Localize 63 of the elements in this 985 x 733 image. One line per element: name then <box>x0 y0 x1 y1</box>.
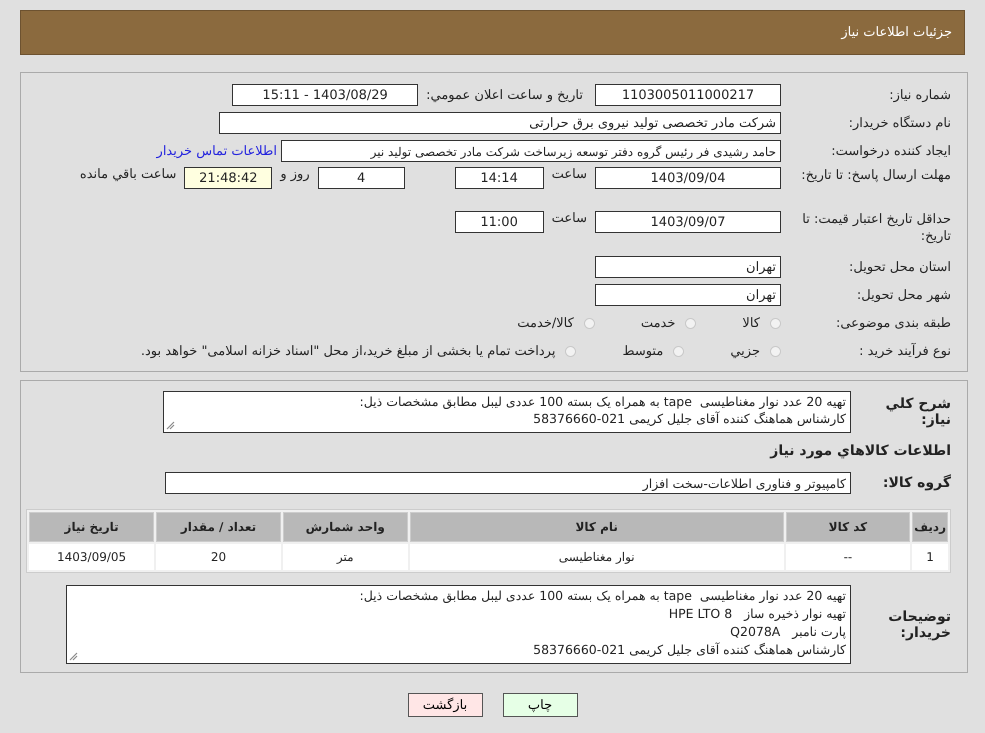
radio-button[interactable] <box>673 346 684 356</box>
table-cell: 1 <box>912 544 948 570</box>
radio-button[interactable] <box>770 346 781 356</box>
field-label: گروه کالا: <box>882 475 951 491</box>
date-field: 1403/09/04 <box>595 167 781 189</box>
province-field: تهران <box>595 256 781 278</box>
date-field: 1403/09/07 <box>595 211 781 233</box>
resize-grip-icon[interactable] <box>69 652 78 661</box>
announce-date-field: 1403/08/29 - 15:11 <box>232 84 418 106</box>
field-label: نام دستگاه خریدار: <box>848 116 951 130</box>
table-cell: متر <box>282 544 408 570</box>
field-label: تاریخ و ساعت اعلان عمومي: <box>426 88 583 102</box>
section-heading: اطلاعات کالاهاي مورد نیاز <box>768 443 951 459</box>
radio-button[interactable] <box>584 318 595 328</box>
field-label: مهلت ارسال پاسخ: تا تاریخ: <box>800 167 951 184</box>
field-label: نوع فرآیند خرید : <box>858 344 951 358</box>
radio-button[interactable] <box>565 346 576 356</box>
days-field: 4 <box>318 167 405 189</box>
time-field: 14:14 <box>454 167 544 189</box>
column-header: ردیف <box>912 512 948 542</box>
column-header: تاریخ نیاز <box>29 512 154 542</box>
field-label: شماره نیاز: <box>888 88 951 102</box>
creator-field: حامد رشیدی فر رئیس گروه دفتر توسعه زیرساخت شرکت مادر تخصصی تولید نیر <box>281 140 781 162</box>
field-label: ساعت باقي مانده <box>80 167 176 182</box>
radio-label: کالا <box>742 316 760 330</box>
field-label: استان محل تحویل: <box>848 260 951 274</box>
radio-button[interactable] <box>770 318 781 328</box>
back-button[interactable]: بازگشت <box>408 693 482 717</box>
print-button[interactable]: چاپ <box>502 693 578 717</box>
field-label: ساعت <box>552 211 587 226</box>
column-header: کد کالا <box>786 512 910 542</box>
radio-label: پرداخت تمام یا بخشی از مبلغ خرید،از محل "اسناد خزانه اسلامی" خواهد بود. <box>140 344 556 358</box>
field-label: شهر محل تحویل: <box>856 288 951 302</box>
field-label: ساعت <box>552 167 587 182</box>
field-label: ایجاد کننده درخواست: <box>830 144 951 158</box>
time-field: 11:00 <box>454 211 544 233</box>
summary-textbox[interactable]: تهیه 20 عدد نوار مغناطیسی tape به همراه یک بسته 100 عددی لیبل مطابق مشخصات ذیل: کارشناس هماهنگ کننده آقای جلیل کریمی 021-58376660 <box>163 391 851 433</box>
column-header: تعداد / مقدار <box>156 512 281 542</box>
page-title: جزئیات اطلاعات نیاز <box>841 25 952 40</box>
column-header: نام کالا <box>410 512 784 542</box>
column-header: واحد شمارش <box>282 512 408 542</box>
table-cell: نوار مغناطیسی <box>410 544 784 570</box>
radio-label: جزيي <box>730 344 760 358</box>
remaining-time-field: 21:48:42 <box>184 167 272 189</box>
need-number-field: 1103005011000217 <box>595 84 781 106</box>
table-cell: 1403/09/05 <box>29 544 154 570</box>
city-field: تهران <box>595 284 781 306</box>
buyer-notes-textbox[interactable]: تهیه 20 عدد نوار مغناطیسی tape به همراه یک بسته 100 عددی لیبل مطابق مشخصات ذیل: تهیه نوار ذخیره ساز HPE LTO 8 پارت نامبر Q2078A کارشناس هماهنگ کننده آقای جلیل کریمی 021-58376660 <box>66 585 851 664</box>
radio-label: متوسط <box>622 344 664 358</box>
radio-label: خدمت <box>640 316 676 330</box>
resize-grip-icon[interactable] <box>166 421 175 430</box>
goods-group-field: کامپیوتر و فناوری اطلاعات-سخت افزار <box>165 472 851 494</box>
buyer-field: شرکت مادر تخصصی تولید نیروی برق حرارتی <box>219 112 781 134</box>
radio-button[interactable] <box>685 318 696 328</box>
field-label: روز و <box>280 167 310 182</box>
field-label: توضیحات خریدار: <box>887 608 951 640</box>
field-label: طبقه بندی موضوعی: <box>834 316 951 330</box>
field-label: شرح کلي نیاز: <box>884 396 951 428</box>
radio-label: کالا/خدمت <box>517 316 574 330</box>
table-cell: 20 <box>156 544 281 570</box>
field-label: حداقل تاریخ اعتبار قیمت: تا تاریخ: <box>801 211 951 245</box>
table-cell: -- <box>786 544 910 570</box>
buyer-contact-link[interactable]: اطلاعات تماس خریدار <box>156 144 277 158</box>
